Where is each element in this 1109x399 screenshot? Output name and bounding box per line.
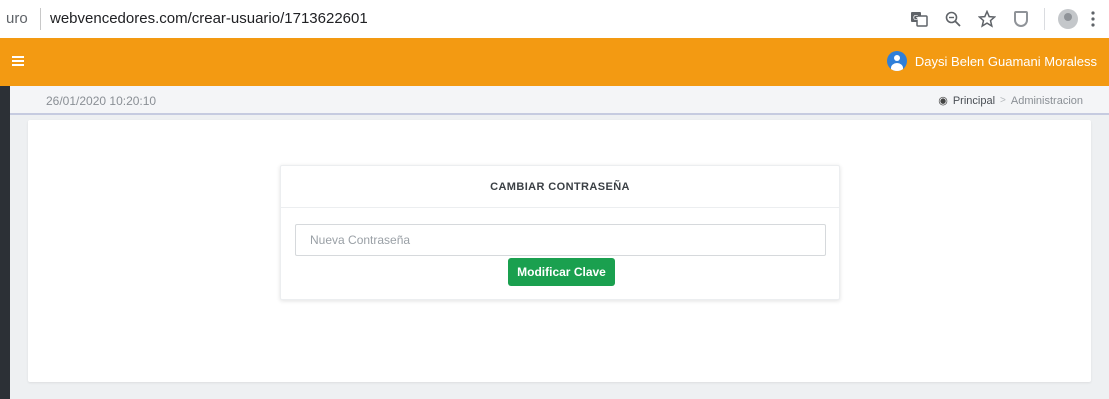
star-icon[interactable] xyxy=(970,6,1004,32)
card-body: Modificar Clave xyxy=(281,208,839,300)
browser-address-bar: uro webvencedores.com/crear-usuario/1713… xyxy=(0,0,1109,38)
card-title: CAMBIAR CONTRASEÑA xyxy=(490,180,630,193)
content-subheader: 26/01/2020 10:20:10 ◉ Principal > Admini… xyxy=(10,86,1109,115)
change-password-card: CAMBIAR CONTRASEÑA Modificar Clave xyxy=(280,165,840,300)
user-avatar-icon xyxy=(886,51,907,71)
user-menu[interactable]: Daysi Belen Guamani Moraless xyxy=(886,51,1097,71)
current-datetime: 26/01/2020 10:20:10 xyxy=(46,94,157,108)
content-wrapper: 26/01/2020 10:20:10 ◉ Principal > Admini… xyxy=(10,86,1109,399)
profile-icon[interactable] xyxy=(1051,6,1085,32)
breadcrumb-current: Administracion xyxy=(1010,94,1083,107)
translate-icon[interactable]: G xyxy=(902,6,936,32)
breadcrumb-separator: > xyxy=(1000,95,1006,106)
zoom-icon[interactable] xyxy=(936,6,970,32)
url-prefix: uro xyxy=(6,10,28,27)
new-password-input[interactable] xyxy=(295,224,826,256)
menu-toggle-icon[interactable] xyxy=(12,56,24,66)
card-header: CAMBIAR CONTRASEÑA xyxy=(281,166,839,208)
breadcrumb: ◉ Principal > Administracion xyxy=(938,94,1083,108)
browser-toolbar: G xyxy=(902,6,1101,32)
svg-text:G: G xyxy=(913,14,918,22)
modify-password-button[interactable]: Modificar Clave xyxy=(508,258,615,286)
url-field[interactable]: webvencedores.com/crear-usuario/17136226… xyxy=(50,10,368,27)
sidebar-rail xyxy=(0,86,10,399)
user-name: Daysi Belen Guamani Moraless xyxy=(914,53,1097,69)
main-panel: CAMBIAR CONTRASEÑA Modificar Clave xyxy=(28,120,1091,382)
url-divider xyxy=(40,8,41,30)
breadcrumb-home-link[interactable]: Principal xyxy=(953,95,995,107)
dashboard-icon: ◉ xyxy=(938,95,948,107)
menu-dots-icon[interactable] xyxy=(1085,6,1101,32)
shield-extension-icon[interactable] xyxy=(1004,6,1038,32)
toolbar-divider xyxy=(1044,8,1045,30)
app-header: Daysi Belen Guamani Moraless xyxy=(0,38,1109,86)
